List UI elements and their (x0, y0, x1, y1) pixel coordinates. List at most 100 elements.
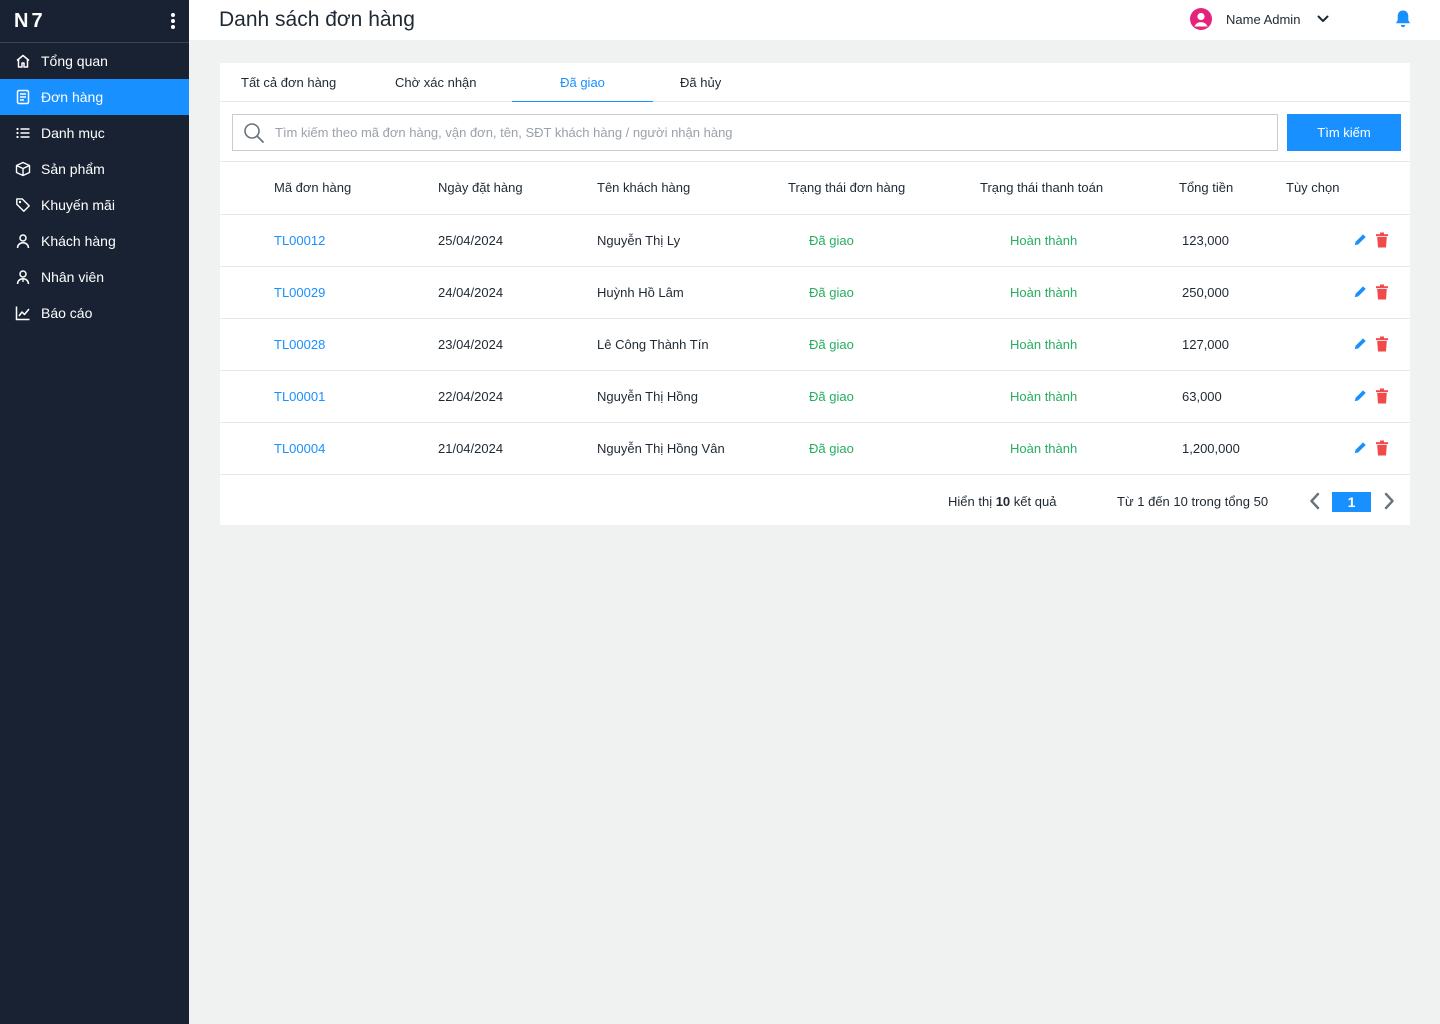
order-status-text: Đã giao (809, 336, 854, 352)
sidebar-item-label: Đơn hàng (41, 89, 104, 105)
cell-order-status: Đã giao (788, 214, 980, 267)
table-row[interactable]: TL00029 24/04/2024 Huỳnh Hồ Lâm Đã giao Hoàn… (220, 266, 1410, 319)
cell-actions (1326, 266, 1410, 319)
edit-pencil-icon[interactable] (1353, 389, 1367, 403)
cell-date: 21/04/2024 (438, 422, 597, 475)
sidebar-item-orders[interactable]: Đơn hàng (0, 79, 189, 115)
cell-payment-status: Hoàn thành (980, 422, 1179, 475)
tag-icon (15, 197, 31, 213)
column-header-options: Tùy chọn (1286, 162, 1370, 215)
chevron-left-icon[interactable] (1308, 492, 1322, 510)
document-icon (15, 89, 31, 105)
brand-bar: N7 (0, 0, 189, 43)
current-page-button[interactable]: 1 (1332, 491, 1371, 512)
cell-customer: Nguyễn Thị Ly (597, 214, 788, 267)
edit-pencil-icon[interactable] (1353, 233, 1367, 247)
cell-code: TL00029 (220, 266, 438, 319)
payment-status-text: Hoàn thành (1010, 440, 1078, 456)
cell-date: 24/04/2024 (438, 266, 597, 319)
chevron-down-icon[interactable] (1316, 12, 1330, 26)
order-status-text: Đã giao (809, 440, 854, 456)
tab-cancelled[interactable]: Đã hủy (680, 63, 721, 102)
order-code-link[interactable]: TL00029 (274, 285, 325, 300)
brand-logo[interactable]: N7 (14, 10, 46, 33)
search-row: Tìm kiếm (220, 102, 1410, 162)
cell-order-status: Đã giao (788, 266, 980, 319)
total-text: 63,000 (1182, 388, 1222, 404)
table-row[interactable]: TL00012 25/04/2024 Nguyễn Thị Ly Đã giao Hoà… (220, 214, 1410, 267)
payment-status-text: Hoàn thành (1010, 284, 1078, 300)
cell-customer: Huỳnh Hồ Lâm (597, 266, 788, 319)
cell-payment-status: Hoàn thành (980, 370, 1179, 423)
order-status-text: Đã giao (809, 232, 854, 248)
range-text: Từ 1 đến 10 trong tổng 50 (1117, 493, 1269, 509)
cell-customer: Lê Công Thành Tín (597, 318, 788, 371)
delete-trash-icon[interactable] (1375, 336, 1389, 352)
list-icon (15, 125, 31, 141)
search-input[interactable] (275, 125, 1277, 140)
order-tabs: Tất cả đơn hàng Chờ xác nhận Đã giao Đã … (220, 63, 1410, 102)
delete-trash-icon[interactable] (1375, 388, 1389, 404)
search-icon (243, 122, 265, 144)
search-box[interactable] (232, 114, 1278, 151)
sidebar-item-reports[interactable]: Báo cáo (0, 295, 189, 331)
order-status-text: Đã giao (809, 284, 854, 300)
results-count: Hiển thị 10 kết quả (948, 494, 1056, 509)
sidebar-item-overview[interactable]: Tổng quan (0, 43, 189, 79)
more-vertical-icon[interactable] (167, 12, 179, 30)
results-number: 10 (995, 493, 1011, 509)
table-row[interactable]: TL00028 23/04/2024 Lê Công Thành Tín Đã gia… (220, 318, 1410, 371)
sidebar: N7 Tổng quan Đơn hàng Danh mục Sản phẩm … (0, 0, 189, 1024)
tab-pending[interactable]: Chờ xác nhận (395, 63, 477, 102)
delete-trash-icon[interactable] (1375, 232, 1389, 248)
total-text: 250,000 (1182, 284, 1229, 300)
column-header-payment-status: Trạng thái thanh toán (980, 162, 1179, 215)
notification-bell-icon[interactable] (1394, 9, 1412, 29)
column-header-customer: Tên khách hàng (597, 162, 788, 215)
avatar-icon (1190, 8, 1212, 30)
table-row[interactable]: TL00004 21/04/2024 Nguyễn Thị Hồng Vân Đã g… (220, 422, 1410, 475)
edit-pencil-icon[interactable] (1353, 285, 1367, 299)
order-code-link[interactable]: TL00012 (274, 233, 325, 248)
table-row[interactable]: TL00001 22/04/2024 Nguyễn Thị Hồng Đã giao H… (220, 370, 1410, 423)
edit-pencil-icon[interactable] (1353, 337, 1367, 351)
tab-all-orders[interactable]: Tất cả đơn hàng (241, 63, 336, 102)
user-icon (15, 233, 31, 249)
cell-actions (1326, 214, 1410, 267)
total-text: 123,000 (1182, 232, 1229, 248)
cell-actions (1326, 318, 1410, 371)
user-menu[interactable]: Name Admin (1190, 8, 1330, 30)
total-text: 1,200,000 (1182, 440, 1240, 456)
row-actions (1326, 232, 1410, 248)
results-prefix: Hiển thị (948, 493, 993, 509)
order-code-link[interactable]: TL00004 (274, 441, 325, 456)
sidebar-item-customers[interactable]: Khách hàng (0, 223, 189, 259)
sidebar-item-promotions[interactable]: Khuyến mãi (0, 187, 189, 223)
table-header-row: Mã đơn hàng Ngày đặt hàng Tên khách hàng… (220, 162, 1410, 215)
total-text: 127,000 (1182, 336, 1229, 352)
cell-payment-status: Hoàn thành (980, 266, 1179, 319)
order-code-link[interactable]: TL00028 (274, 337, 325, 352)
sidebar-item-staff[interactable]: Nhân viên (0, 259, 189, 295)
orders-table-body: TL00012 25/04/2024 Nguyễn Thị Ly Đã giao Hoà… (220, 214, 1410, 475)
chevron-right-icon[interactable] (1382, 492, 1396, 510)
delete-trash-icon[interactable] (1375, 284, 1389, 300)
cell-code: TL00028 (220, 318, 438, 371)
sidebar-item-categories[interactable]: Danh mục (0, 115, 189, 151)
column-header-order-status: Trạng thái đơn hàng (788, 162, 980, 215)
tab-delivered[interactable]: Đã giao (512, 63, 653, 102)
row-actions (1326, 284, 1410, 300)
cell-code: TL00001 (220, 370, 438, 423)
sidebar-item-products[interactable]: Sản phẩm (0, 151, 189, 187)
user-name: Name Admin (1226, 11, 1301, 27)
search-button[interactable]: Tìm kiếm (1287, 114, 1401, 151)
order-code-link[interactable]: TL00001 (274, 389, 325, 404)
row-actions (1326, 336, 1410, 352)
cell-code: TL00012 (220, 214, 438, 267)
cell-payment-status: Hoàn thành (980, 214, 1179, 267)
delete-trash-icon[interactable] (1375, 440, 1389, 456)
order-status-text: Đã giao (809, 388, 854, 404)
edit-pencil-icon[interactable] (1353, 441, 1367, 455)
page-title: Danh sách đơn hàng (219, 8, 415, 31)
orders-table: Mã đơn hàng Ngày đặt hàng Tên khách hàng… (220, 162, 1410, 475)
